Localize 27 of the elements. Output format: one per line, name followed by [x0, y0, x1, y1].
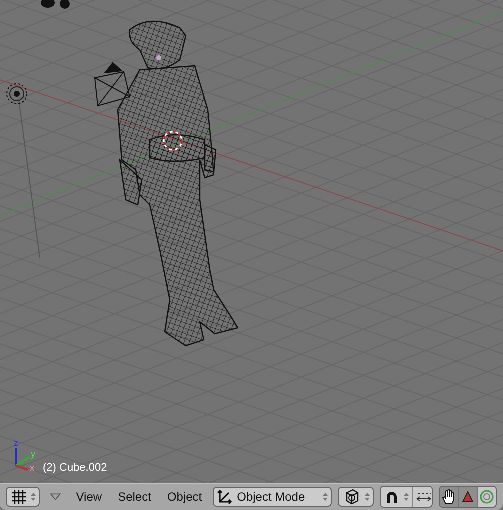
collapse-menu-icon[interactable]: [50, 493, 62, 501]
hand-icon: [441, 489, 458, 505]
spread-arrows-icon: [416, 491, 432, 503]
cursor-icon: [163, 131, 183, 151]
object-drawing: [41, 0, 70, 9]
layers-button[interactable]: [412, 487, 432, 507]
axes-icon: [217, 489, 234, 505]
pivot-dropdown[interactable]: [380, 487, 412, 507]
spinner-icon: [404, 492, 409, 502]
manipulator-toggle[interactable]: [440, 487, 458, 507]
manipulator-toggle[interactable]: [477, 487, 496, 507]
grid-icon: [11, 489, 27, 505]
menu-item[interactable]: Select: [113, 490, 156, 504]
spinner-icon: [364, 492, 370, 502]
editor-type-dropdown[interactable]: [6, 487, 40, 507]
camera-drawing: [94, 62, 131, 106]
menu-item[interactable]: View: [71, 490, 108, 504]
spinner-icon: [322, 492, 328, 502]
spinner-icon: [31, 492, 36, 502]
draw-type-dropdown[interactable]: [338, 487, 374, 507]
axis-gizmo-drawing: z y x: [14, 438, 36, 473]
triangle-icon: [461, 490, 476, 504]
menu-item[interactable]: Object: [162, 490, 208, 504]
manipulator-toggle[interactable]: [458, 487, 478, 507]
mode-dropdown[interactable]: Object Mode: [213, 487, 332, 507]
ring-icon: [479, 489, 496, 505]
object-label: (2) Cube.002: [43, 462, 108, 474]
